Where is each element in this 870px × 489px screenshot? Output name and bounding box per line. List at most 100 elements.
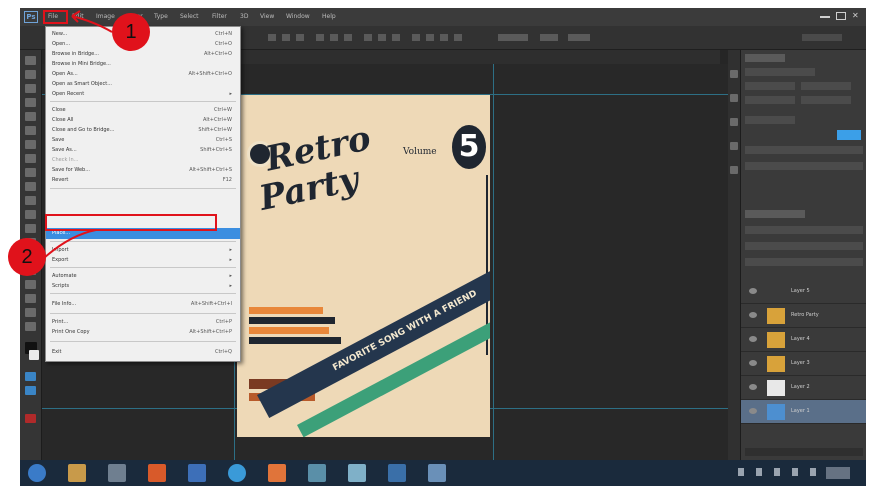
layers-panel-footer[interactable] [745,448,863,456]
align-icon[interactable] [296,34,304,41]
layer-row[interactable]: Layer 5 [741,280,866,304]
tray-icon[interactable] [792,468,798,476]
lock-row[interactable] [745,258,863,266]
text-color-swatch[interactable] [837,130,861,140]
file-menu-item-file-info[interactable]: File Info... Alt+Shift+Ctrl+I [46,299,240,309]
kerning-field[interactable] [801,96,851,104]
minimize-icon[interactable] [820,12,830,18]
hand-tool-icon[interactable] [25,308,36,317]
mode-control[interactable] [540,34,558,41]
file-menu-item-browse-mini-bridge[interactable]: Browse in Mini Bridge... [46,59,240,69]
3d-mode-icon[interactable] [440,34,448,41]
maximize-icon[interactable] [836,12,846,20]
menu-edit[interactable]: Edit [72,12,84,22]
file-menu-item-automate[interactable]: Automate ▸ [46,271,240,281]
file-menu-item-save-as[interactable]: Save As... Shift+Ctrl+S [46,145,240,155]
menu-help[interactable]: Help [322,12,336,22]
file-menu-item-open-recent[interactable]: Open Recent ▸ [46,89,240,99]
tray-icon[interactable] [756,468,762,476]
taskbar-app-icon[interactable] [348,464,366,482]
close-icon[interactable]: ✕ [852,12,862,20]
lasso-tool-icon[interactable] [25,84,36,93]
text-style-buttons[interactable] [745,162,863,170]
eyedropper-icon[interactable] [25,126,36,135]
shape-tool-icon[interactable] [25,294,36,303]
mode-control[interactable] [568,34,590,41]
text-style-buttons[interactable] [745,146,863,154]
character-panel-tab[interactable] [745,54,785,62]
menu-filter[interactable]: Filter [212,12,227,22]
file-menu-item-open-as[interactable]: Open As... Alt+Shift+Ctrl+O [46,69,240,79]
align-icon[interactable] [282,34,290,41]
distribute-icon[interactable] [344,34,352,41]
layer-row[interactable]: Layer 2 [741,376,866,400]
background-color-icon[interactable] [29,350,39,360]
magic-wand-icon[interactable] [25,98,36,107]
distribute-icon[interactable] [378,34,386,41]
taskbar-app-icon[interactable] [308,464,326,482]
3d-mode-icon[interactable] [412,34,420,41]
taskbar-app-icon[interactable] [428,464,446,482]
scale-field[interactable] [745,116,795,124]
file-menu-item-import[interactable]: Import ▸ [46,245,240,255]
browser-icon[interactable] [228,464,246,482]
3d-mode-icon[interactable] [426,34,434,41]
file-menu-item-check-in[interactable]: Check In... [46,155,240,165]
screen-mode-icon[interactable] [25,386,36,395]
file-explorer-icon[interactable] [68,464,86,482]
marquee-tool-icon[interactable] [25,70,36,79]
panel-icon[interactable] [730,166,738,174]
tray-icon[interactable] [774,468,780,476]
distribute-icon[interactable] [316,34,324,41]
distribute-icon[interactable] [392,34,400,41]
file-menu-item-save[interactable]: Save Ctrl+S [46,135,240,145]
visibility-eye-icon[interactable] [749,408,757,414]
font-size-field[interactable] [745,82,795,90]
file-menu-item-browse-bridge[interactable]: Browse in Bridge... Alt+Ctrl+O [46,49,240,59]
menu-image[interactable]: Image [96,12,115,22]
eraser-tool-icon[interactable] [25,196,36,205]
align-icon[interactable] [268,34,276,41]
tray-icon[interactable] [810,468,816,476]
blend-mode-row[interactable] [745,242,863,250]
menu-3d[interactable]: 3D [240,12,248,22]
layer-row[interactable]: Layer 3 [741,352,866,376]
start-button-icon[interactable] [28,464,46,482]
visibility-eye-icon[interactable] [749,336,757,342]
file-menu-item-exit[interactable]: Exit Ctrl+Q [46,347,240,357]
leading-field[interactable] [801,82,851,90]
distribute-icon[interactable] [330,34,338,41]
workspace-switcher[interactable] [802,34,842,41]
layer-row-selected[interactable]: Layer 1 [741,400,866,424]
menu-select[interactable]: Select [180,12,199,22]
taskbar-app-icon[interactable] [148,464,166,482]
file-menu-item-print[interactable]: Print... Ctrl+P [46,317,240,327]
3d-mode-icon[interactable] [454,34,462,41]
file-menu-item-scripts[interactable]: Scripts ▸ [46,281,240,291]
file-menu-item-revert[interactable]: Revert F12 [46,175,240,185]
tracking-field[interactable] [745,96,795,104]
file-menu-item-save-web[interactable]: Save for Web... Alt+Shift+Ctrl+S [46,165,240,175]
menu-window[interactable]: Window [286,12,310,22]
layer-row[interactable]: Layer 4 [741,328,866,352]
crop-tool-icon[interactable] [25,112,36,121]
gradient-tool-icon[interactable] [25,210,36,219]
panel-icon[interactable] [730,142,738,150]
taskbar-app-icon[interactable] [188,464,206,482]
tool-icon[interactable] [25,414,36,423]
panel-icon[interactable] [730,118,738,126]
visibility-eye-icon[interactable] [749,288,757,294]
panel-icon[interactable] [730,70,738,78]
file-menu-item-close-go-bridge[interactable]: Close and Go to Bridge... Shift+Ctrl+W [46,125,240,135]
move-tool-icon[interactable] [25,56,36,65]
distribute-icon[interactable] [364,34,372,41]
taskbar-app-icon[interactable] [108,464,126,482]
file-menu-item-close-all[interactable]: Close All Alt+Ctrl+W [46,115,240,125]
tray-icon[interactable] [738,468,744,476]
layer-filter-bar[interactable] [745,226,863,234]
brush-tool-icon[interactable] [25,154,36,163]
zoom-tool-icon[interactable] [25,322,36,331]
taskbar-app-icon[interactable] [268,464,286,482]
layer-row[interactable]: Retro Party [741,304,866,328]
blur-tool-icon[interactable] [25,224,36,233]
